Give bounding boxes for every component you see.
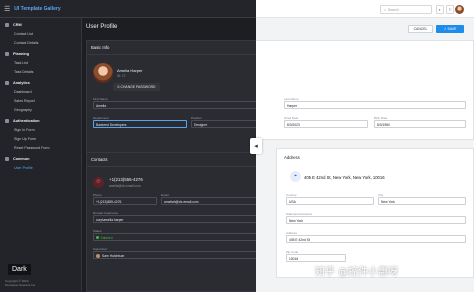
sidebar-item-geography[interactable]: Geography xyxy=(0,105,81,114)
sidebar-item-task-list[interactable]: Task List xyxy=(0,58,81,67)
first-name-field[interactable]: Amelia xyxy=(93,101,256,109)
search-input[interactable]: ⌕ Search xyxy=(380,5,432,14)
position-select[interactable]: Designer xyxy=(191,120,256,128)
theme-badge: Dark xyxy=(8,264,31,275)
contact-phone-display: +1(213)555-4276 xyxy=(109,177,143,182)
contacts-card: Contacts ✆ +1(213)555-4276 amelia@dx-ema… xyxy=(86,152,256,292)
menu-icon[interactable]: ☰ xyxy=(4,5,10,13)
domain-field[interactable]: corp\amelia.harper xyxy=(93,215,256,223)
watermark: 知乎 @控件小惠呀 xyxy=(315,267,399,278)
basic-info-title: Basic Info xyxy=(87,41,256,55)
last-name-field[interactable]: Harper xyxy=(284,101,466,109)
contact-email-display: amelia@dx-email.com xyxy=(109,184,141,188)
department-select[interactable]: Backend Developers xyxy=(93,120,187,128)
sidebar-item-reset-password[interactable]: Reset Password Form xyxy=(0,143,81,152)
sidebar-item-task-details[interactable]: Task Details xyxy=(0,67,81,76)
sidebar-item-dashboard[interactable]: Dashboard xyxy=(0,87,81,96)
theme-toggle-icon[interactable]: ◐ xyxy=(436,5,444,14)
state-field[interactable]: New York xyxy=(286,216,466,224)
copyright: Copyright © 2022- Developer Express Inc. xyxy=(5,279,37,287)
location-icon: ⌖ xyxy=(290,171,301,182)
user-name: Amelia Harper xyxy=(117,68,143,73)
basic-info-card: Basic Info Amelia Harper ID: 17 ⚿ CHANGE… xyxy=(86,40,256,158)
city-field[interactable]: New York xyxy=(378,197,466,205)
avatar xyxy=(93,63,113,83)
address-display: 405 E 42nd St, New York, New York, 10016 xyxy=(304,175,385,180)
compare-slider-handle[interactable]: ◂ xyxy=(250,138,262,154)
contacts-title: Contacts xyxy=(87,153,256,167)
address-field[interactable]: 405 E 42nd St xyxy=(286,235,466,243)
status-dot xyxy=(96,236,99,239)
app-title: UI Template Gallery xyxy=(14,5,61,12)
sidebar: CRM Contact List Contact Details Plannin… xyxy=(0,18,82,292)
lock-icon xyxy=(5,118,9,123)
save-button[interactable]: ✓ SAVE xyxy=(436,25,464,33)
zip-field[interactable]: 10016 xyxy=(286,254,346,262)
phone-field[interactable]: +1(213)555-4276 xyxy=(93,197,157,205)
birth-date-field[interactable]: 8/3/1980 xyxy=(374,120,466,128)
sidebar-item-contact-list[interactable]: Contact List xyxy=(0,29,81,38)
hired-date-field[interactable]: 8/3/2023 xyxy=(284,120,368,128)
email-field[interactable]: ameliah@dx-email.com xyxy=(161,197,256,205)
cancel-button[interactable]: CANCEL xyxy=(408,25,433,33)
analytics-icon xyxy=(5,80,9,85)
notifications-icon[interactable]: ⚐ xyxy=(446,5,454,14)
sidebar-item-user-profile[interactable]: User Profile xyxy=(0,163,81,172)
header-avatar[interactable] xyxy=(455,5,464,14)
main-content-dark: User Profile Basic Info Amelia Harper ID… xyxy=(82,18,256,292)
sidebar-group-crm[interactable]: CRM xyxy=(0,20,81,29)
address-title: Address xyxy=(284,155,300,160)
search-icon: ⌕ xyxy=(384,7,386,12)
change-password-button[interactable]: ⚿ CHANGE PASSWORD xyxy=(113,83,160,91)
sidebar-group-common[interactable]: Common xyxy=(0,154,81,163)
sidebar-item-sign-in[interactable]: Sign In Form xyxy=(0,125,81,134)
top-bar: ☰ UI Template Gallery xyxy=(0,0,256,18)
crm-icon xyxy=(5,22,9,27)
common-icon xyxy=(5,156,9,161)
light-theme-panel: ⌕ Search ◐ ⚐ CANCEL ✓ SAVE Last Name Harp… xyxy=(256,0,474,292)
sidebar-group-authentication[interactable]: Authentication xyxy=(0,116,81,125)
sidebar-item-contact-details[interactable]: Contact Details xyxy=(0,38,81,47)
dark-theme-panel: ☰ UI Template Gallery CRM Contact List C… xyxy=(0,0,256,292)
sidebar-group-analytics[interactable]: Analytics xyxy=(0,78,81,87)
supervisor-avatar xyxy=(96,253,100,258)
status-select[interactable]: Salaried xyxy=(93,233,256,241)
phone-icon: ✆ xyxy=(93,177,104,188)
basic-info-card-light: Last Name Harper Hired Date 8/3/2023 Bir… xyxy=(256,40,474,140)
supervisor-select[interactable]: Sam Hutchison xyxy=(93,251,256,259)
user-id: ID: 17 xyxy=(117,74,126,78)
country-field[interactable]: USA xyxy=(286,197,374,205)
page-title: User Profile xyxy=(86,24,118,30)
sidebar-group-planning[interactable]: Planning xyxy=(0,49,81,58)
sidebar-item-sales-report[interactable]: Sales Report xyxy=(0,96,81,105)
top-bar-light: ⌕ Search ◐ ⚐ xyxy=(256,0,474,18)
sidebar-item-sign-up[interactable]: Sign Up Form xyxy=(0,134,81,143)
planning-icon xyxy=(5,51,9,56)
